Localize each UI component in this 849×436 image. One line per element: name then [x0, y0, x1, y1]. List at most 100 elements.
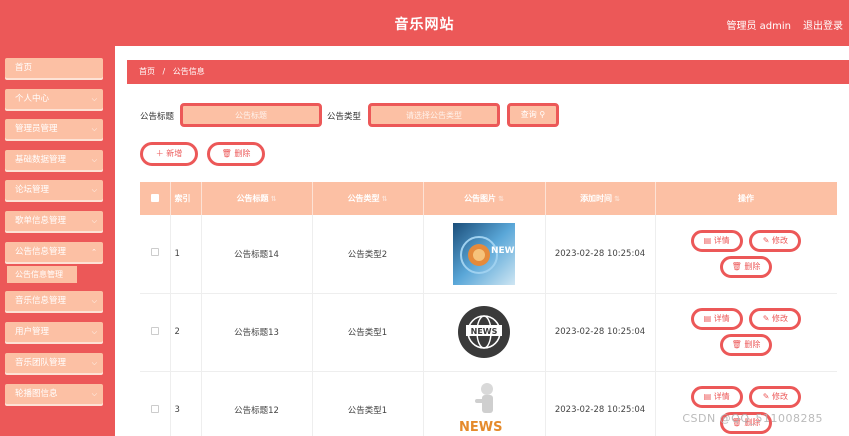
chevron-down-icon: ⌵: [91, 390, 97, 398]
sidebar-item-forum[interactable]: 论坛管理 ⌵: [5, 180, 103, 200]
edit-button[interactable]: ✎ 修改: [749, 386, 802, 408]
row-title: 公告标题12: [201, 371, 313, 436]
news-word: NEWS: [491, 246, 515, 256]
edit-button[interactable]: ✎ 修改: [749, 229, 802, 252]
row-checkbox[interactable]: [150, 404, 159, 413]
detail-label: 详情: [713, 235, 730, 245]
breadcrumb-current: 公告信息: [172, 67, 205, 76]
sidebar-item-music[interactable]: 音乐信息管理 ⌵: [5, 291, 103, 311]
breadcrumb-home[interactable]: 首页: [139, 67, 155, 76]
add-button-label: 新增: [166, 149, 183, 158]
sidebar-item-playlist[interactable]: 歌单信息管理 ⌵: [5, 211, 103, 231]
row-checkbox[interactable]: [150, 326, 159, 335]
row-type: 公告类型2: [312, 215, 424, 294]
row-time: 2023-02-28 10:25:04: [545, 371, 656, 436]
trash-icon: 🗑: [731, 340, 742, 349]
sidebar-item-label: 音乐信息管理: [15, 296, 67, 306]
plus-icon: ＋: [155, 149, 164, 158]
watermark: CSDN @QQ_511008285: [682, 412, 823, 425]
site-title: 音乐网站: [394, 17, 455, 33]
title-search-input[interactable]: [180, 103, 322, 127]
sort-icon[interactable]: ⇅: [498, 195, 504, 203]
pencil-icon: ✎: [762, 314, 770, 323]
row-image-cell: NEWS: [423, 293, 546, 372]
sidebar-item-personal[interactable]: 个人中心 ⌵: [5, 89, 103, 109]
header-time-label: 添加时间: [580, 194, 613, 203]
chevron-down-icon: ⌵: [91, 328, 97, 336]
row-select-cell: [140, 293, 171, 372]
document-icon: ▤: [703, 235, 712, 245]
header-index: 索引: [170, 182, 202, 215]
row-type: 公告类型1: [312, 293, 424, 372]
delete-label: 删除: [744, 261, 761, 271]
header-type[interactable]: 公告类型 ⇅: [312, 182, 424, 215]
type-search-select[interactable]: [368, 103, 500, 127]
table-header-row: 索引 公告标题 ⇅ 公告类型 ⇅ 公告图片 ⇅ 添加时间 ⇅ 操作: [140, 182, 837, 215]
sidebar-item-label: 论坛管理: [15, 185, 50, 195]
detail-button[interactable]: ▤ 详情: [690, 386, 743, 408]
row-checkbox[interactable]: [150, 248, 159, 257]
notice-table: 索引 公告标题 ⇅ 公告类型 ⇅ 公告图片 ⇅ 添加时间 ⇅ 操作 1 公告标题14 公…: [140, 182, 837, 436]
row-type: 公告类型1: [312, 371, 424, 436]
header-time[interactable]: 添加时间 ⇅: [545, 182, 656, 215]
row-actions: ▤ 详情 ✎ 修改 🗑 删除: [655, 215, 837, 294]
chevron-down-icon: ⌵: [91, 359, 97, 367]
delete-button[interactable]: 🗑 删除: [720, 255, 772, 278]
table-row: 1 公告标题14 公告类型2 NEWS: [140, 215, 837, 294]
delete-label: 删除: [744, 340, 761, 349]
sidebar-item-team[interactable]: 音乐团队管理 ⌵: [5, 353, 103, 373]
chevron-down-icon: ⌵: [91, 217, 97, 225]
batch-delete-button[interactable]: 🗑 删除: [207, 142, 265, 166]
news-abstract-image: NEWS: [453, 222, 515, 285]
sidebar: 首页 个人中心 ⌵ 管理员管理 ⌵ 基础数据管理 ⌵ 论坛管理 ⌵ 歌单信息管理…: [0, 46, 115, 436]
sidebar-item-label: 公告信息管理: [15, 247, 67, 257]
sidebar-item-basic-data[interactable]: 基础数据管理 ⌵: [5, 150, 103, 170]
detail-button[interactable]: ▤ 详情: [690, 308, 743, 330]
sidebar-item-notice[interactable]: 公告信息管理 ⌃: [5, 242, 103, 262]
sidebar-item-label: 用户管理: [15, 327, 50, 337]
query-button[interactable]: 查询 ⚲: [507, 103, 559, 127]
sidebar-subitem-notice-info[interactable]: 公告信息管理: [7, 266, 77, 283]
edit-label: 修改: [771, 392, 788, 401]
sidebar-item-admin[interactable]: 管理员管理 ⌵: [5, 119, 103, 139]
row-actions: ▤ 详情 ✎ 修改 🗑 删除: [655, 371, 837, 436]
chevron-down-icon: ⌵: [91, 156, 97, 164]
select-all-checkbox[interactable]: [150, 193, 159, 202]
header-title[interactable]: 公告标题 ⇅: [201, 182, 313, 215]
news-word: NEWS: [471, 327, 498, 336]
sidebar-item-home[interactable]: 首页: [5, 58, 103, 78]
detail-label: 详情: [713, 314, 730, 323]
edit-button[interactable]: ✎ 修改: [749, 308, 802, 330]
row-index: 2: [170, 293, 202, 372]
row-image-cell: NEWS: [423, 371, 546, 436]
header-image[interactable]: 公告图片 ⇅: [423, 182, 546, 215]
chevron-down-icon: ⌵: [91, 95, 97, 103]
delete-button[interactable]: 🗑 删除: [720, 334, 772, 356]
sort-icon[interactable]: ⇅: [614, 195, 620, 203]
header-image-label: 公告图片: [464, 194, 497, 203]
table-row: 2 公告标题13 公告类型1 NEWS 2023-02-28 10:25:04: [140, 293, 837, 372]
sort-icon[interactable]: ⇅: [382, 195, 388, 203]
sidebar-item-label: 管理员管理: [15, 124, 58, 134]
add-button[interactable]: ＋ 新增: [140, 142, 198, 166]
sidebar-item-carousel[interactable]: 轮播图信息 ⌵: [5, 384, 103, 404]
sort-icon[interactable]: ⇅: [271, 195, 277, 203]
sidebar-item-users[interactable]: 用户管理 ⌵: [5, 322, 103, 342]
header-select-all[interactable]: [140, 182, 171, 215]
news-globe-image: NEWS: [453, 301, 515, 363]
detail-button[interactable]: ▤ 详情: [690, 229, 743, 252]
breadcrumb-separator: /: [162, 67, 166, 76]
sidebar-item-label: 轮播图信息: [15, 389, 58, 399]
sidebar-item-label: 首页: [15, 63, 33, 73]
logout-link[interactable]: 退出登录: [803, 17, 843, 32]
search-icon: ⚲: [539, 110, 546, 119]
row-image-cell: NEWS: [423, 215, 546, 294]
sidebar-item-label: 歌单信息管理: [15, 216, 67, 226]
detail-label: 详情: [713, 392, 730, 401]
breadcrumb: 首页 / 公告信息: [127, 60, 849, 84]
header-type-label: 公告类型: [347, 194, 380, 203]
row-select-cell: [140, 371, 171, 436]
sidebar-item-label: 个人中心: [15, 94, 50, 104]
pencil-icon: ✎: [762, 235, 770, 245]
header-actions: 操作: [655, 182, 837, 215]
